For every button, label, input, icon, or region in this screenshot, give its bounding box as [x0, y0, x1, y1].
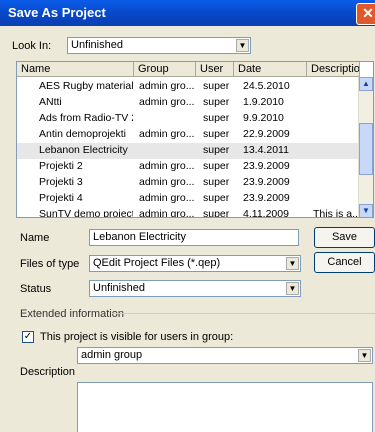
visible-to-group-label: This project is visible for users in gro… [40, 331, 234, 343]
list-item[interactable]: Ads from Radio-TV 2 super 9.9.2010 [17, 111, 360, 127]
list-item[interactable]: Projekti 4 admin gro... super 23.9.2009 [17, 191, 360, 207]
cell-user: super [203, 128, 230, 140]
cell-group: admin gro... [139, 96, 195, 108]
cell-name: Ads from Radio-TV 2 [39, 112, 133, 124]
cell-name: Lebanon Electricity [39, 144, 128, 156]
arrow-up-icon[interactable]: ▲ [359, 77, 373, 91]
files-of-type-value: QEdit Project Files (*.qep) [93, 257, 221, 269]
cell-date: 23.9.2009 [243, 160, 290, 172]
cell-user: super [203, 96, 230, 108]
chevron-down-icon[interactable]: ▼ [358, 349, 371, 362]
column-header-description[interactable]: Description [307, 62, 360, 77]
description-textarea[interactable] [77, 382, 373, 432]
look-in-label: Look In: [12, 40, 52, 52]
project-list[interactable]: Name Group User Date Description AES Rug… [16, 61, 374, 218]
cell-group: admin gro... [139, 80, 195, 92]
cell-group: admin gro... [139, 192, 195, 204]
column-header-user[interactable]: User [196, 62, 234, 77]
title-bar: Save As Project ✕ [0, 0, 375, 26]
cell-name: Projekti 3 [39, 176, 83, 188]
group-combo[interactable]: admin group ▼ [77, 347, 373, 364]
files-of-type-combo[interactable]: QEdit Project Files (*.qep) ▼ [89, 255, 301, 272]
chevron-down-icon[interactable]: ▼ [236, 39, 249, 52]
status-label: Status [20, 283, 52, 295]
cell-group: admin gro... [139, 160, 195, 172]
cell-user: super [203, 160, 230, 172]
check-icon: ✓ [23, 331, 33, 342]
column-header-group[interactable]: Group [134, 62, 196, 77]
name-input[interactable]: Lebanon Electricity [89, 229, 299, 246]
column-header-date[interactable]: Date [234, 62, 307, 77]
cell-date: 24.5.2010 [243, 80, 290, 92]
cell-group: admin gro... [139, 128, 195, 140]
window-title: Save As Project [8, 5, 106, 20]
cell-user: super [203, 144, 230, 156]
cell-date: 4.11.2009 [243, 208, 289, 218]
cell-group: admin gro... [139, 176, 195, 188]
description-label: Description [20, 366, 76, 378]
cell-date: 1.9.2010 [243, 96, 284, 108]
visible-to-group-checkbox[interactable]: ✓ [22, 331, 34, 343]
cell-name: SunTV demo project [39, 208, 133, 218]
chevron-down-icon[interactable]: ▼ [286, 282, 299, 295]
cell-date: 23.9.2009 [243, 176, 290, 188]
list-item[interactable]: Lebanon Electricity super 13.4.2011 [17, 143, 360, 159]
cancel-button[interactable]: Cancel [314, 252, 375, 273]
extended-info-label: Extended information [20, 308, 124, 320]
scrollbar-thumb[interactable] [359, 123, 373, 175]
list-item[interactable]: Projekti 2 admin gro... super 23.9.2009 [17, 159, 360, 175]
status-value: Unfinished [93, 282, 145, 294]
cell-date: 13.4.2011 [243, 144, 289, 156]
cell-user: super [203, 208, 230, 218]
cell-name: Projekti 2 [39, 160, 83, 172]
look-in-value: Unfinished [71, 39, 123, 51]
close-button[interactable]: ✕ [356, 3, 375, 25]
cell-user: super [203, 112, 230, 124]
list-item[interactable]: Antin demoprojekti admin gro... super 22.9.… [17, 127, 360, 143]
list-item[interactable]: ANtti admin gro... super 1.9.2010 [17, 95, 360, 111]
cell-name: Projekti 4 [39, 192, 83, 204]
list-item[interactable]: SunTV demo project admin gro... super 4.11.… [17, 207, 360, 218]
save-button[interactable]: Save [314, 227, 375, 248]
list-item[interactable]: Projekti 3 admin gro... super 23.9.2009 [17, 175, 360, 191]
look-in-combo[interactable]: Unfinished ▼ [67, 37, 251, 54]
cell-description: This is a... [313, 208, 359, 218]
name-label: Name [20, 232, 50, 244]
cell-date: 22.9.2009 [243, 128, 290, 140]
name-input-value: Lebanon Electricity [93, 231, 186, 243]
vertical-scrollbar[interactable]: ▲ ▼ [358, 77, 373, 217]
list-item[interactable]: AES Rugby material admin gro... super 24.5.… [17, 79, 360, 95]
extended-info-divider [112, 313, 375, 314]
chevron-down-icon[interactable]: ▼ [286, 257, 299, 270]
cell-date: 9.9.2010 [243, 112, 284, 124]
status-combo[interactable]: Unfinished ▼ [89, 280, 301, 297]
cell-date: 23.9.2009 [243, 192, 290, 204]
cell-group: admin gro... [139, 208, 195, 218]
cell-name: ANtti [39, 96, 62, 108]
group-combo-value: admin group [81, 349, 143, 361]
column-header-name[interactable]: Name [17, 62, 134, 77]
cell-user: super [203, 176, 230, 188]
cell-user: super [203, 80, 230, 92]
files-of-type-label: Files of type [20, 258, 80, 270]
arrow-down-icon[interactable]: ▼ [359, 204, 373, 217]
cell-name: AES Rugby material [39, 80, 133, 92]
cell-name: Antin demoprojekti [39, 128, 126, 140]
cell-user: super [203, 192, 230, 204]
